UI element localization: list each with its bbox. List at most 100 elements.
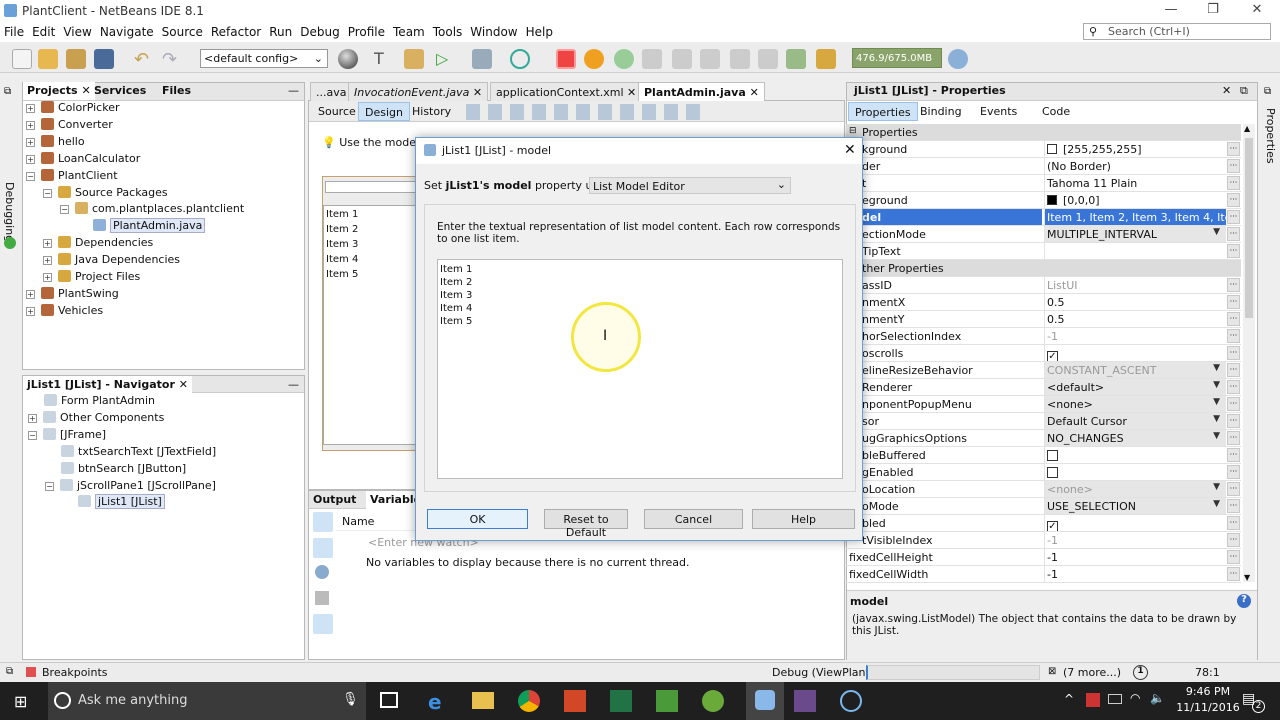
chevron-down-icon[interactable]: ▼ (1213, 431, 1220, 441)
expand-icon[interactable]: + (26, 306, 35, 316)
property-value[interactable] (1044, 464, 1226, 480)
customize-button[interactable]: ··· (1227, 329, 1240, 343)
pause-icon[interactable] (584, 49, 604, 69)
menu-run[interactable]: Run (265, 22, 296, 39)
property-row[interactable]: ectionMode MULTIPLE_INTERVAL ▼ ··· (846, 226, 1241, 243)
ide-icon[interactable] (794, 690, 816, 712)
property-value[interactable]: 0.5 (1044, 294, 1226, 310)
close-window-button[interactable]: ✕ (1234, 2, 1280, 17)
garbage-collect-icon[interactable] (948, 49, 968, 69)
property-row[interactable]: elineResizeBehavior CONSTANT_ASCENT ▼ ··· (846, 362, 1241, 379)
checkbox-unchecked[interactable] (1047, 467, 1058, 478)
close-navigator-icon[interactable]: ✕ (179, 378, 188, 391)
property-row[interactable]: bled ✓ ··· (846, 515, 1241, 532)
property-value[interactable]: CONSTANT_ASCENT ▼ (1044, 362, 1226, 378)
more-tasks-link[interactable]: (7 more...) (1063, 666, 1121, 679)
customize-button[interactable]: ··· (1227, 567, 1240, 581)
customize-button[interactable]: ··· (1227, 210, 1240, 224)
task-view-icon[interactable] (380, 692, 398, 708)
quick-search-input[interactable]: Search (Ctrl+I) (1083, 23, 1271, 40)
property-value[interactable]: -1 (1044, 328, 1226, 344)
property-row[interactable]: gEnabled ··· (846, 464, 1241, 481)
open-project-icon[interactable] (66, 49, 86, 69)
search-textfield-preview[interactable] (325, 181, 417, 193)
history-view-button[interactable]: History (406, 102, 457, 121)
chevron-down-icon[interactable]: ▼ (1213, 414, 1220, 424)
property-value[interactable]: Tahoma 11 Plain (1044, 175, 1226, 191)
tab-files[interactable]: Files (158, 82, 195, 100)
restore-icon[interactable]: ⧉ (6, 666, 13, 677)
property-row[interactable]: kground [255,255,255] ··· (846, 141, 1241, 158)
property-value[interactable]: <none> ▼ (1044, 396, 1226, 412)
cancel-task-icon[interactable]: ⊠ (1048, 666, 1056, 677)
property-row[interactable]: fixedCellHeight -1 ··· (846, 549, 1241, 566)
tab-truncated-file[interactable]: ...ava (310, 82, 353, 101)
tree-item[interactable]: − com.plantplaces.plantclient (60, 202, 244, 219)
new-file-icon[interactable] (12, 49, 32, 69)
step-out-icon[interactable] (730, 49, 750, 69)
checkbox-checked[interactable]: ✓ (1047, 351, 1058, 361)
menu-edit[interactable]: Edit (28, 22, 59, 39)
dialog-close-button[interactable]: ✕ (844, 142, 856, 158)
restore-icon[interactable]: ⧉ (1264, 86, 1271, 97)
expand-icon[interactable]: + (26, 289, 35, 299)
tree-item[interactable]: PlantAdmin.java (77, 218, 206, 236)
menu-view[interactable]: View (59, 22, 95, 39)
expand-icon[interactable]: + (43, 239, 52, 249)
property-value[interactable]: (No Border) (1044, 158, 1226, 174)
editor-type-select[interactable]: List Model Editor ⌄ (589, 177, 791, 194)
expand-icon[interactable]: + (26, 154, 35, 164)
property-row[interactable]: oscrolls ✓ ··· (846, 345, 1241, 362)
design-toolbar-icons[interactable] (466, 104, 706, 120)
checkbox-unchecked[interactable] (1047, 450, 1058, 461)
save-all-icon[interactable] (94, 49, 114, 69)
property-row[interactable]: tVisibleIndex -1 ··· (846, 532, 1241, 549)
tree-item[interactable]: txtSearchText [JTextField] (45, 444, 216, 462)
customize-button[interactable]: ··· (1227, 499, 1240, 513)
tree-item[interactable]: + Other Components (28, 410, 164, 428)
globe-icon[interactable] (338, 49, 358, 69)
property-value[interactable]: Item 1, Item 2, Item 3, Item 4, Item 5 (1044, 209, 1226, 225)
step-over-expr-icon[interactable] (672, 49, 692, 69)
property-value[interactable]: NO_CHANGES ▼ (1044, 430, 1226, 446)
property-row[interactable]: del Item 1, Item 2, Item 3, Item 4, Item … (846, 209, 1241, 226)
property-value[interactable]: -1 (1044, 549, 1226, 565)
chevron-down-icon[interactable]: ▼ (1213, 363, 1220, 373)
stop-debug-icon[interactable] (556, 49, 576, 69)
customize-button[interactable]: ··· (1227, 431, 1240, 445)
property-value[interactable]: -1 (1044, 566, 1226, 582)
tab-projects[interactable]: Projects ✕ (23, 82, 95, 100)
property-value[interactable]: -1 (1044, 532, 1226, 548)
customize-button[interactable]: ··· (1227, 550, 1240, 564)
menu-team[interactable]: Team (389, 22, 429, 39)
tab-binding[interactable]: Binding (914, 102, 968, 121)
clean-build-icon[interactable] (404, 49, 424, 69)
property-value[interactable]: 0.5 (1044, 311, 1226, 327)
restore-properties-icon[interactable]: ⧉ (1240, 84, 1248, 98)
menu-navigate[interactable]: Navigate (96, 22, 158, 39)
settings-icon[interactable] (315, 591, 329, 605)
notifications-badge[interactable]: 1 (1133, 665, 1148, 680)
property-row[interactable]: t Tahoma 11 Plain ··· (846, 175, 1241, 192)
source-view-button[interactable]: Source (312, 102, 362, 121)
clock-date[interactable]: 11/11/2016 (1172, 701, 1244, 714)
tree-item[interactable]: + LoanCalculator (26, 151, 140, 169)
tab-output[interactable]: Output (309, 491, 360, 509)
tab-plantadmin[interactable]: PlantAdmin.java ✕ (638, 82, 765, 101)
property-value[interactable]: ✓ (1044, 515, 1226, 531)
tree-item[interactable]: + hello (26, 134, 85, 152)
tree-item[interactable]: − Source Packages (43, 185, 168, 203)
property-value[interactable]: <none> ▼ (1044, 481, 1226, 497)
volume-icon[interactable]: 🔈 (1150, 691, 1165, 705)
tree-item[interactable]: − jScrollPane1 [JScrollPane] (45, 478, 216, 496)
property-row[interactable]: nponentPopupMenu <none> ▼ ··· (846, 396, 1241, 413)
property-row[interactable]: Renderer <default> ▼ ··· (846, 379, 1241, 396)
property-row[interactable]: eground [0,0,0] ··· (846, 192, 1241, 209)
expand-icon[interactable]: + (28, 413, 37, 423)
tree-item[interactable]: btnSearch [JButton] (45, 461, 186, 479)
tab-invocationevent[interactable]: InvocationEvent.java ✕ (348, 82, 489, 101)
continue-icon[interactable] (614, 49, 634, 69)
property-value[interactable]: USE_SELECTION ▼ (1044, 498, 1226, 514)
tree-item[interactable]: + Vehicles (26, 303, 103, 321)
collapse-icon[interactable]: − (43, 188, 52, 198)
